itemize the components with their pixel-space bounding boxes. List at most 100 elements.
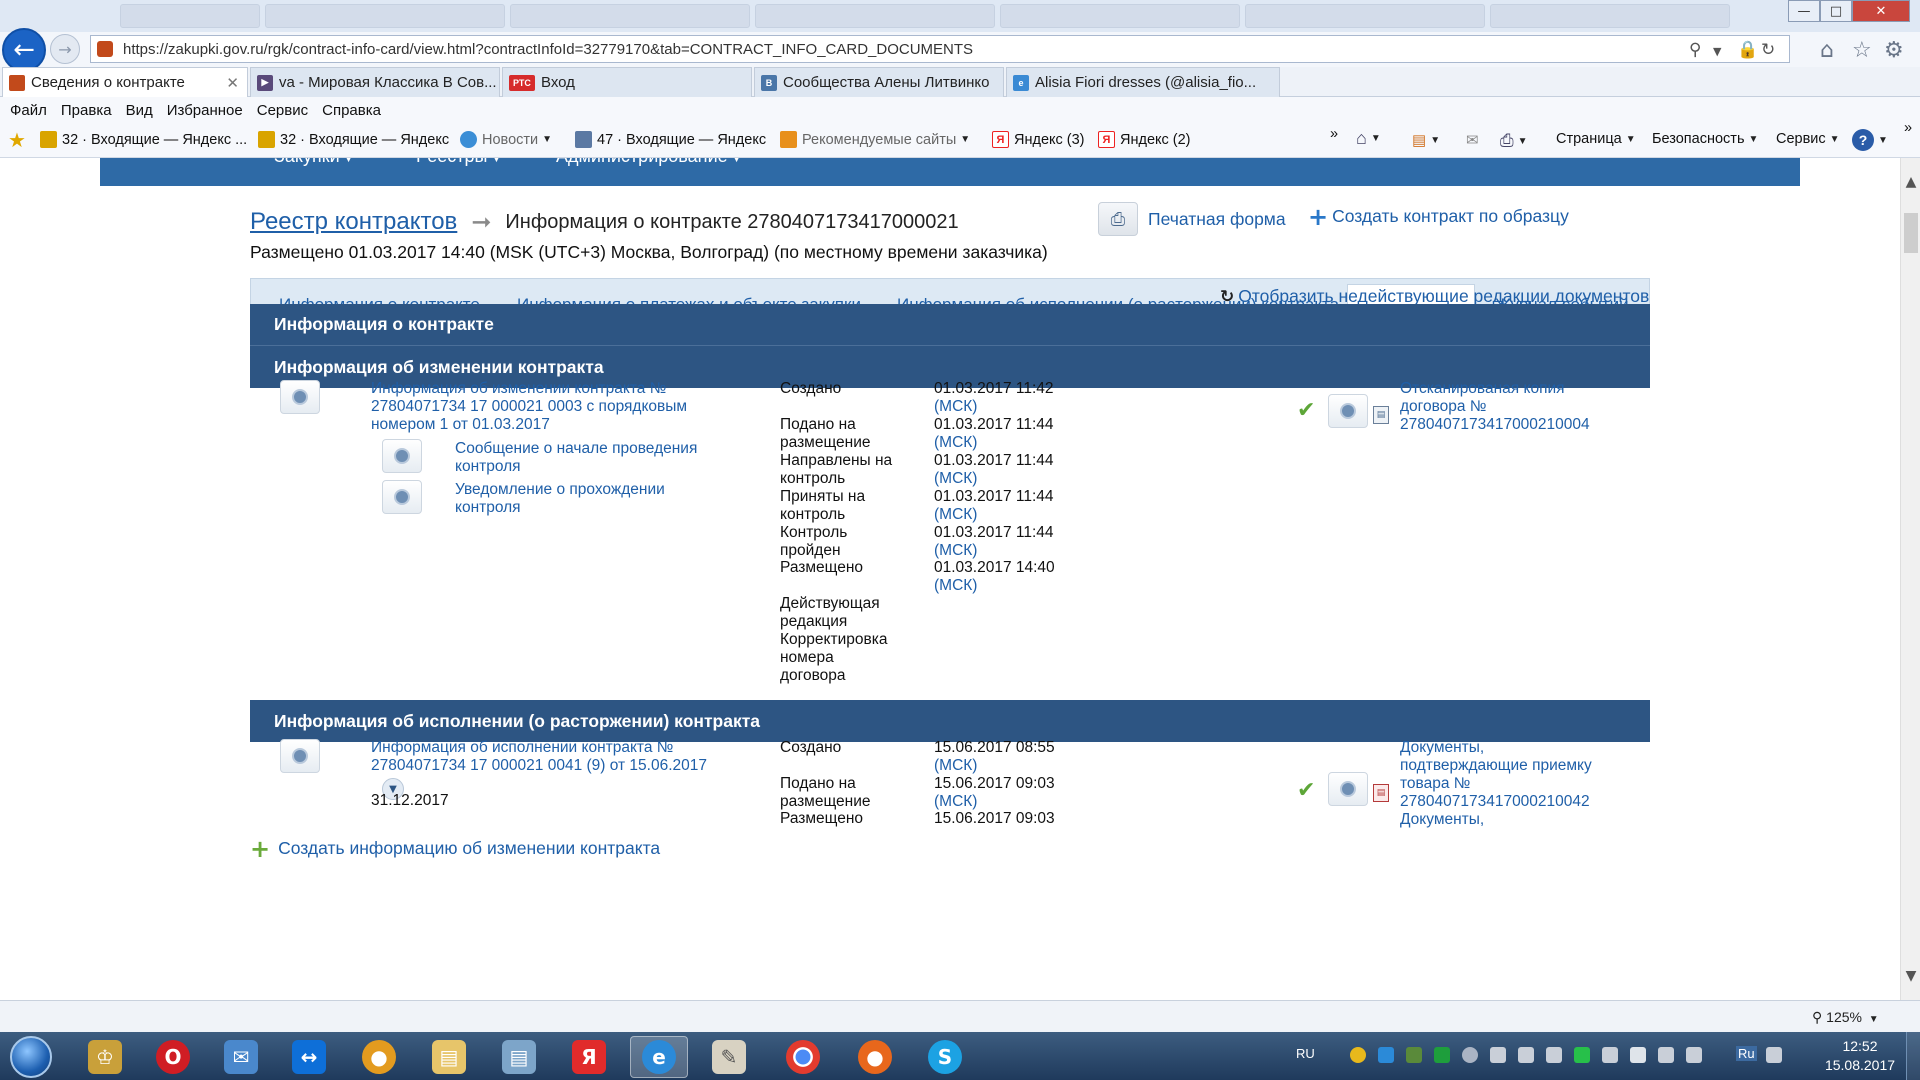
internet-explorer-icon[interactable]: e [630, 1036, 688, 1078]
tray-app-icon[interactable] [1434, 1047, 1450, 1063]
tray-app-icon[interactable] [1462, 1047, 1478, 1063]
minimize-button[interactable]: — [1788, 0, 1820, 22]
site-nav-registries[interactable]: Реестры▼ [416, 158, 501, 167]
background-window-tab[interactable] [120, 4, 260, 28]
favorites-star-icon[interactable]: ☆ [1852, 38, 1872, 63]
document-icon[interactable] [382, 480, 422, 514]
opera-icon[interactable]: O [144, 1036, 202, 1078]
document-icon[interactable] [382, 439, 422, 473]
site-nav-admin[interactable]: Администрирование▼ [556, 158, 742, 167]
network-icon[interactable] [1658, 1047, 1674, 1063]
skype-icon[interactable]: S [916, 1036, 974, 1078]
scrollbar-thumb[interactable] [1904, 213, 1918, 253]
menu-edit[interactable]: Правка [61, 102, 112, 119]
favorite-news[interactable]: Новости ▼ [460, 131, 552, 148]
tab-contract-info[interactable]: Сведения о контракте ✕ [2, 67, 248, 97]
command-page[interactable]: Страница ▼ [1556, 131, 1636, 147]
breadcrumb-registry-link[interactable]: Реестр контрактов [250, 208, 457, 236]
favorite-link[interactable]: 32 · Входящие — Яндекс [258, 131, 449, 148]
tab-rts-login[interactable]: РТС Вход [502, 67, 752, 97]
control-passed-notice-link[interactable]: Уведомление о прохождении контроля [455, 481, 695, 517]
menu-view[interactable]: Вид [126, 102, 153, 119]
tab-music[interactable]: ▶ va - Мировая Классика В Сов... [250, 67, 500, 97]
refresh-icon[interactable]: ↻ [1761, 40, 1775, 60]
tray-app-icon[interactable] [1602, 1047, 1618, 1063]
execution-document-link[interactable]: Информация об исполнении контракта № 278… [371, 739, 711, 775]
control-start-message-link[interactable]: Сообщение о начале проведения контроля [455, 440, 725, 476]
lock-icon[interactable]: 🔒 [1737, 40, 1758, 60]
games-icon[interactable]: ♔ [76, 1036, 134, 1078]
tray-app-icon[interactable] [1518, 1047, 1534, 1063]
favorite-yandex[interactable]: Я Яндекс (2) [1098, 131, 1191, 148]
forward-button[interactable]: → [50, 34, 80, 64]
create-change-info-button[interactable]: + Создать информацию об изменении контра… [250, 837, 660, 861]
document-icon[interactable] [1328, 772, 1368, 806]
help-icon[interactable]: ? ▼ [1852, 129, 1888, 151]
create-by-sample-button[interactable]: + Создать контракт по образцу [1308, 205, 1569, 229]
documents-link[interactable]: Документы, [1400, 811, 1600, 829]
clock-time[interactable]: 12:52 [1820, 1038, 1900, 1054]
search-icon[interactable]: ⚲ [1689, 40, 1701, 60]
documents-icon[interactable]: ▤ [490, 1036, 548, 1078]
tray-app-icon[interactable] [1378, 1047, 1394, 1063]
tab-alisia-fiori[interactable]: e Alisia Fiori dresses (@alisia_fio... [1006, 67, 1280, 97]
address-bar[interactable]: https://zakupki.gov.ru/rgk/contract-info… [90, 35, 1790, 63]
maximize-button[interactable]: □ [1820, 0, 1852, 22]
home-icon[interactable]: ⌂ [1820, 38, 1834, 63]
document-icon[interactable] [1328, 394, 1368, 428]
acceptance-documents-link[interactable]: Документы, подтверждающие приемку товара… [1400, 739, 1600, 811]
background-window-tab[interactable] [510, 4, 750, 28]
tray-app-icon[interactable] [1686, 1047, 1702, 1063]
change-document-link[interactable]: Информация об изменении контракта № 2780… [371, 380, 711, 434]
printer-tray-icon[interactable] [1766, 1047, 1782, 1063]
close-tab-icon[interactable]: ✕ [226, 74, 239, 92]
tray-app-icon[interactable] [1546, 1047, 1562, 1063]
document-icon[interactable] [280, 739, 320, 773]
document-icon[interactable] [280, 380, 320, 414]
tray-app-icon[interactable] [1406, 1047, 1422, 1063]
command-tools[interactable]: Сервис ▼ [1776, 131, 1840, 147]
overflow-chevron-icon[interactable]: » [1330, 126, 1338, 142]
background-window-tab[interactable] [755, 4, 995, 28]
mail-icon[interactable]: ✉ [212, 1036, 270, 1078]
paw-icon[interactable]: ● [350, 1036, 408, 1078]
tray-app-icon[interactable] [1490, 1047, 1506, 1063]
background-window-tab[interactable] [1245, 4, 1485, 28]
gear-icon[interactable]: ⚙ [1884, 38, 1904, 63]
language-indicator[interactable]: RU [1296, 1046, 1315, 1061]
favorite-yandex[interactable]: Я Яндекс (3) [992, 131, 1085, 148]
paint-icon[interactable]: ✎ [700, 1036, 758, 1078]
show-desktop-button[interactable] [1906, 1032, 1920, 1080]
tray-app-icon[interactable] [1350, 1047, 1366, 1063]
site-nav-purchases[interactable]: Закупки▼ [274, 158, 354, 167]
command-security[interactable]: Безопасность ▼ [1652, 131, 1758, 147]
zoom-control[interactable]: ⚲ 125% ▼ [1812, 1009, 1879, 1026]
background-window-tab[interactable] [265, 4, 505, 28]
background-window-tab[interactable] [1490, 4, 1730, 28]
vertical-scrollbar[interactable]: ▲ ▼ [1900, 158, 1920, 1000]
chevron-down-icon[interactable]: ▼ [1713, 45, 1721, 58]
scroll-down-arrow-icon[interactable]: ▼ [1901, 968, 1920, 984]
start-button[interactable] [10, 1036, 52, 1078]
menu-tools[interactable]: Сервис [257, 102, 308, 119]
favorites-star-icon[interactable]: ★ [8, 128, 26, 153]
volume-icon[interactable] [1630, 1047, 1646, 1063]
close-window-button[interactable]: ✕ [1852, 0, 1910, 22]
teamviewer-icon[interactable]: ↔ [280, 1036, 338, 1078]
favorite-link[interactable]: 32 · Входящие — Яндекс ... [40, 131, 247, 148]
background-window-tab[interactable] [1000, 4, 1240, 28]
explorer-folder-icon[interactable]: ▤ [420, 1036, 478, 1078]
firefox-icon[interactable]: ● [846, 1036, 904, 1078]
menu-favorites[interactable]: Избранное [167, 102, 243, 119]
tray-app-icon[interactable] [1574, 1047, 1590, 1063]
clock-date[interactable]: 15.08.2017 [1820, 1057, 1900, 1073]
read-mail-icon[interactable]: ✉ [1466, 131, 1479, 149]
overflow-chevron-icon[interactable]: » [1904, 120, 1912, 136]
rss-feed-icon[interactable]: ▤ ▼ [1412, 131, 1440, 149]
menu-help[interactable]: Справка [322, 102, 381, 119]
chrome-icon[interactable] [774, 1036, 832, 1078]
keyboard-layout-indicator[interactable]: Ru [1736, 1046, 1757, 1061]
section-header-contract-info[interactable]: Информация о контракте [250, 304, 1650, 346]
favorite-link[interactable]: 47 · Входящие — Яндекс [575, 131, 766, 148]
home-icon[interactable]: ⌂ ▼ [1356, 128, 1381, 149]
